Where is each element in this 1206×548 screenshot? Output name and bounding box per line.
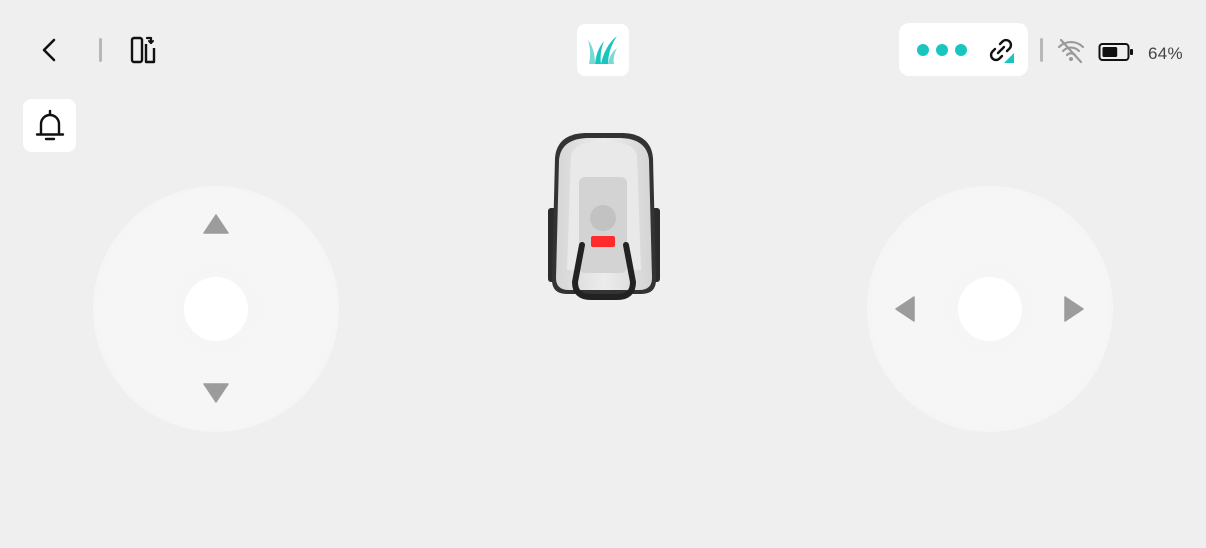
left-joystick-knob[interactable] bbox=[184, 277, 248, 341]
device-switch-icon bbox=[130, 36, 156, 64]
triangle-right-icon[interactable] bbox=[1063, 296, 1085, 322]
battery-percentage: 64% bbox=[1148, 44, 1183, 63]
signal-dot bbox=[917, 43, 929, 56]
switch-device-button[interactable] bbox=[124, 30, 164, 70]
battery-icon bbox=[1098, 42, 1134, 67]
triangle-left-icon[interactable] bbox=[894, 296, 916, 322]
battery-fill bbox=[1102, 47, 1118, 57]
right-joystick[interactable] bbox=[867, 186, 1113, 432]
link-signal-icon bbox=[986, 35, 1016, 65]
triangle-up-icon[interactable] bbox=[203, 214, 229, 234]
notifications-button[interactable] bbox=[23, 99, 76, 152]
grass-icon bbox=[588, 36, 617, 64]
divider bbox=[1040, 38, 1043, 62]
divider bbox=[99, 38, 102, 62]
connection-status[interactable] bbox=[899, 23, 1028, 76]
chevron-left-icon bbox=[42, 38, 56, 62]
back-button[interactable] bbox=[30, 30, 70, 70]
signal-dot bbox=[955, 43, 967, 56]
mower-image bbox=[545, 130, 663, 307]
bell-icon bbox=[35, 109, 64, 140]
left-joystick[interactable] bbox=[93, 186, 339, 432]
mowing-mode-button[interactable] bbox=[577, 24, 629, 76]
triangle-down-icon[interactable] bbox=[203, 383, 229, 403]
signal-dot bbox=[936, 43, 948, 56]
right-joystick-knob[interactable] bbox=[958, 277, 1022, 341]
wifi-off-icon bbox=[1056, 38, 1086, 69]
